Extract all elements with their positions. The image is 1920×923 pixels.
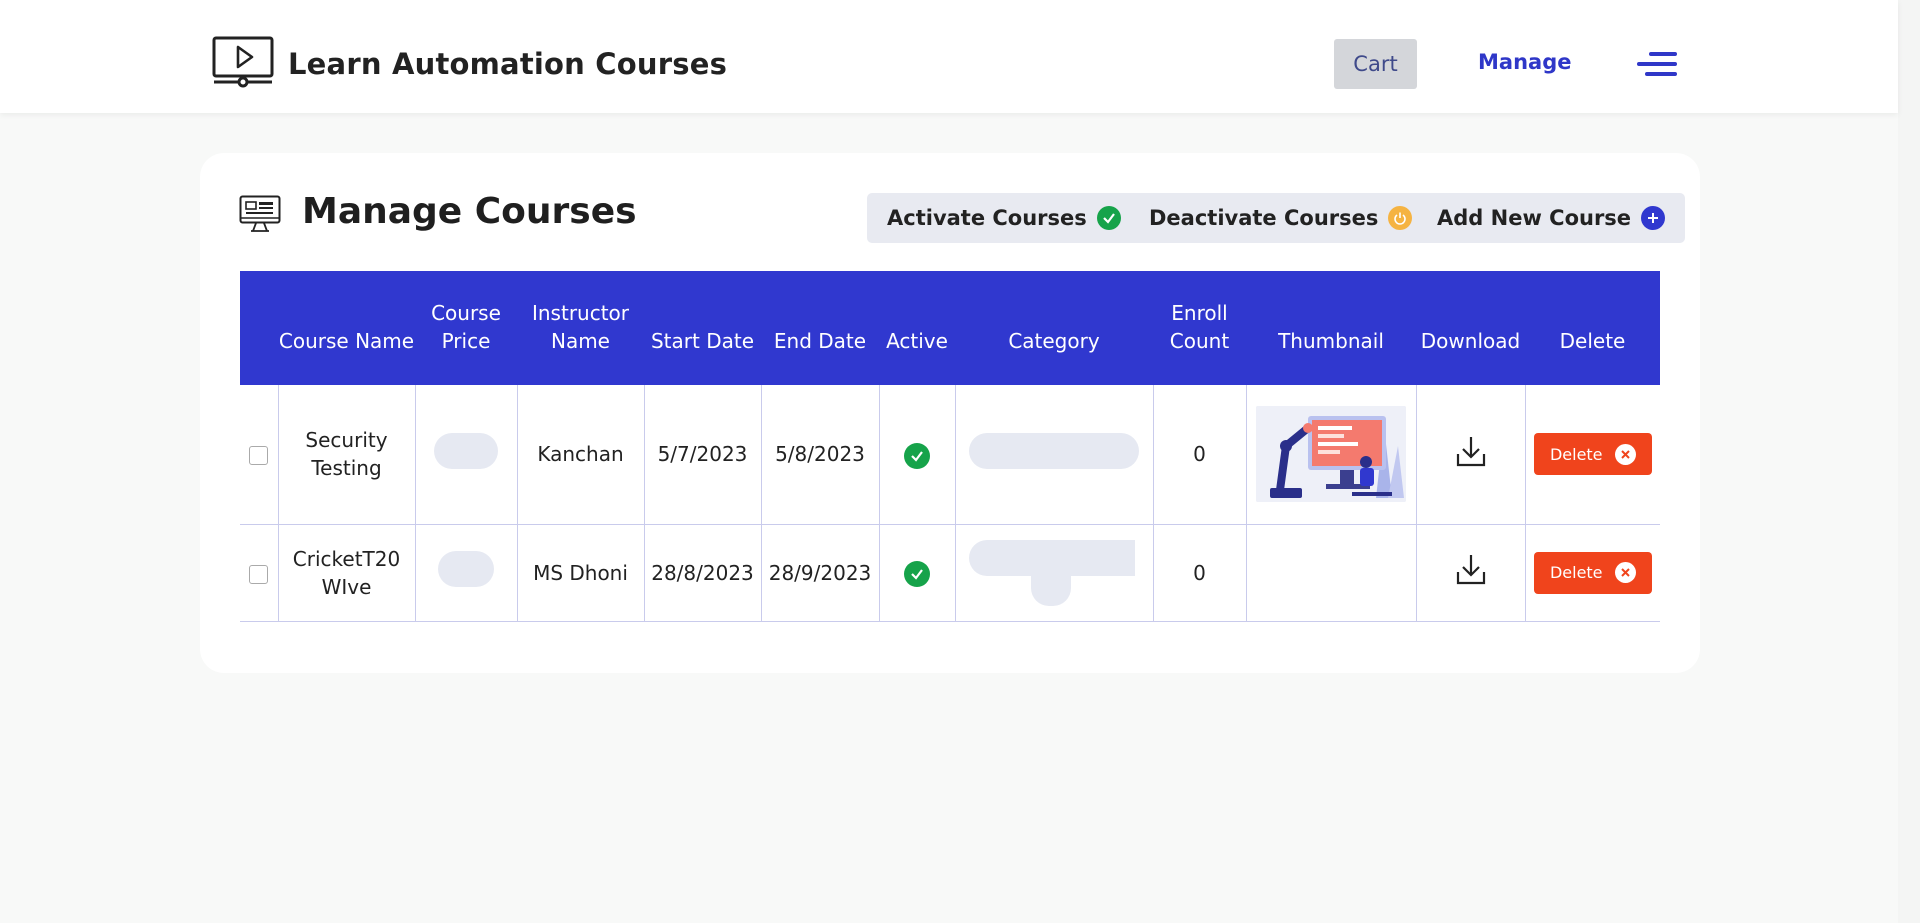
brand-title: Learn Automation Courses <box>288 47 728 81</box>
delete-cell: Delete <box>1525 385 1660 525</box>
download-icon[interactable] <box>1456 553 1486 592</box>
category-placeholder <box>969 539 1139 606</box>
active-cell <box>879 524 956 622</box>
enroll-count-cell: 0 <box>1153 385 1247 525</box>
col-instructor-name[interactable]: Instructor Name <box>517 271 644 385</box>
deactivate-courses-button[interactable]: Deactivate Courses <box>1129 193 1433 243</box>
col-delete: Delete <box>1525 271 1660 385</box>
category-placeholder <box>969 432 1139 469</box>
cart-button[interactable]: Cart <box>1334 39 1417 89</box>
brand[interactable]: Learn Automation Courses <box>212 36 728 92</box>
deactivate-courses-label: Deactivate Courses <box>1149 206 1379 230</box>
col-enroll-count[interactable]: Enroll Count <box>1153 271 1246 385</box>
delete-button-label: Delete <box>1549 563 1603 582</box>
enroll-count-cell: 0 <box>1153 524 1247 622</box>
power-icon <box>1388 206 1413 230</box>
price-placeholder <box>434 432 498 469</box>
manage-courses-card: Manage Courses Activate Courses Deactiva… <box>200 153 1700 673</box>
category-cell <box>955 385 1154 525</box>
add-new-course-label: Add New Course <box>1437 206 1632 230</box>
course-thumbnail <box>1256 406 1406 503</box>
monitor-play-icon <box>212 36 276 92</box>
active-cell <box>879 385 956 525</box>
course-name-cell: CricketT20 WIve <box>278 524 416 622</box>
add-new-course-button[interactable]: Add New Course <box>1417 193 1686 243</box>
course-price-cell <box>415 385 518 525</box>
manage-link[interactable]: Manage <box>1478 50 1571 74</box>
plus-circle-icon <box>1641 206 1666 230</box>
delete-button[interactable]: Delete <box>1533 433 1652 476</box>
course-name-cell: Security Testing <box>278 385 416 525</box>
category-cell <box>955 524 1154 622</box>
row-select-cell <box>240 385 279 525</box>
start-date-cell: 28/8/2023 <box>644 524 762 622</box>
download-cell <box>1416 524 1526 622</box>
download-icon[interactable] <box>1456 435 1486 474</box>
thumbnail-cell <box>1246 524 1417 622</box>
courses-table: Course Name Course Price Instructor Name… <box>240 271 1660 622</box>
col-category[interactable]: Category <box>955 271 1153 385</box>
col-download: Download <box>1416 271 1525 385</box>
col-end-date[interactable]: End Date <box>761 271 879 385</box>
delete-cell: Delete <box>1525 524 1660 622</box>
end-date-cell: 5/8/2023 <box>761 385 880 525</box>
table-row: CricketT20 WIve MS Dhoni 28/8/2023 28/9/… <box>240 524 1660 622</box>
desktop-dashboard-icon <box>239 195 281 237</box>
col-course-price[interactable]: Course Price <box>415 271 517 385</box>
close-circle-icon <box>1614 562 1636 583</box>
col-course-name[interactable]: Course Name <box>278 271 415 385</box>
end-date-cell: 28/9/2023 <box>761 524 880 622</box>
activate-courses-label: Activate Courses <box>887 206 1087 230</box>
instructor-cell: MS Dhoni <box>517 524 645 622</box>
top-header: Learn Automation Courses Cart Manage <box>0 0 1898 113</box>
table-row: Security Testing Kanchan 5/7/2023 5/8/20… <box>240 385 1660 525</box>
activate-courses-button[interactable]: Activate Courses <box>867 193 1141 243</box>
row-checkbox[interactable] <box>249 564 269 584</box>
delete-button[interactable]: Delete <box>1533 551 1652 594</box>
delete-button-label: Delete <box>1549 444 1603 464</box>
col-select <box>240 271 278 385</box>
page-scrollbar[interactable] <box>1898 0 1920 923</box>
table-header-row: Course Name Course Price Instructor Name… <box>240 271 1660 385</box>
row-checkbox[interactable] <box>249 446 269 466</box>
download-cell <box>1416 385 1526 525</box>
col-thumbnail: Thumbnail <box>1246 271 1416 385</box>
close-circle-icon <box>1614 443 1636 465</box>
col-start-date[interactable]: Start Date <box>644 271 761 385</box>
thumbnail-cell <box>1246 385 1417 525</box>
price-placeholder <box>438 551 494 587</box>
course-price-cell <box>415 524 518 622</box>
check-circle-icon <box>904 560 930 587</box>
start-date-cell: 5/7/2023 <box>644 385 762 525</box>
instructor-cell: Kanchan <box>517 385 645 525</box>
check-circle-icon <box>904 442 930 469</box>
menu-icon[interactable] <box>1637 50 1677 78</box>
row-select-cell <box>240 524 279 622</box>
check-circle-icon <box>1096 206 1121 230</box>
page-title: Manage Courses <box>302 191 637 232</box>
col-active[interactable]: Active <box>879 271 955 385</box>
